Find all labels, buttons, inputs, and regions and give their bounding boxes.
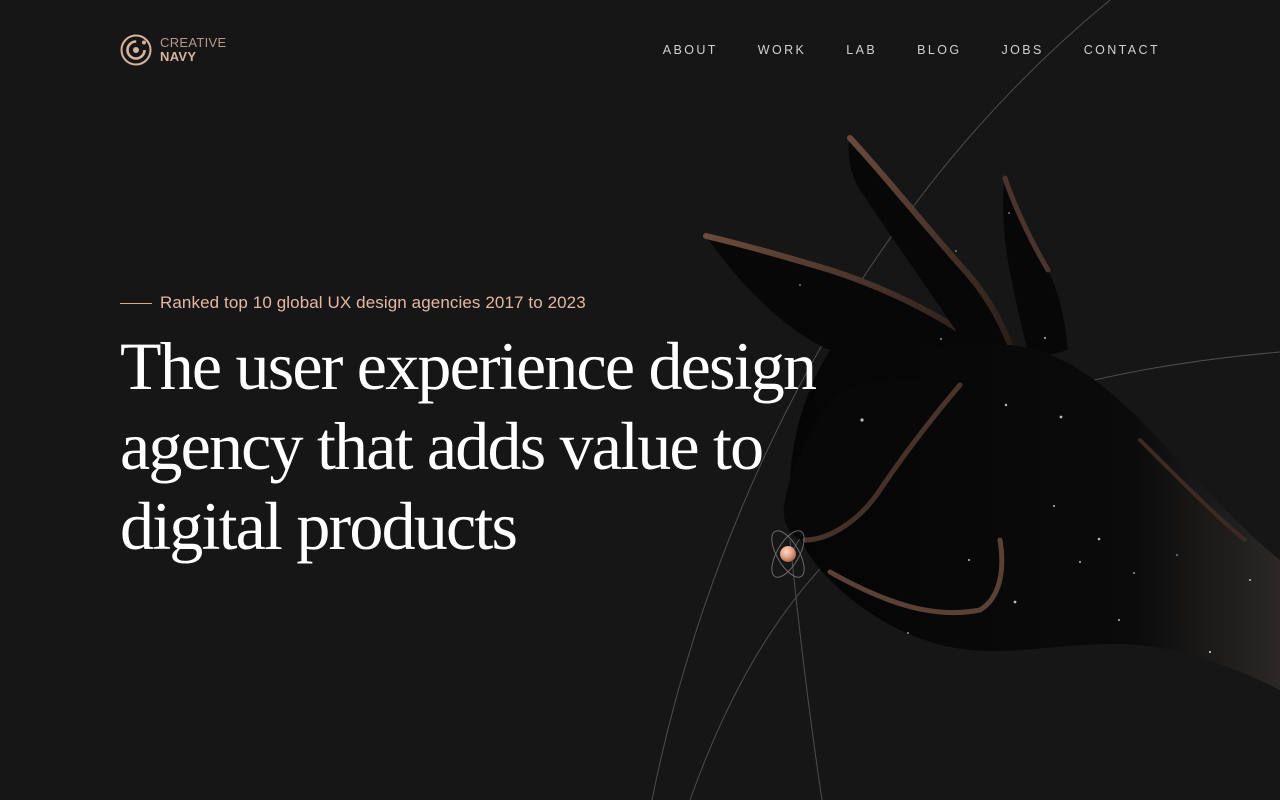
creative-navy-logo-icon xyxy=(120,34,152,66)
nav-item-blog[interactable]: BLOG xyxy=(917,42,961,58)
headline-line-2: agency that adds value to xyxy=(120,408,764,484)
ranking-text: Ranked top 10 global UX design agencies … xyxy=(160,293,586,312)
hero-section: Ranked top 10 global UX design agencies … xyxy=(120,290,880,566)
headline-line-1: The user experience design xyxy=(120,328,817,404)
nav-item-about[interactable]: ABOUT xyxy=(663,42,718,58)
logo-line-2: NAVY xyxy=(160,49,197,64)
logo-line-1: CREATIVE xyxy=(160,35,227,50)
hero-headline: The user experience design agency that a… xyxy=(120,326,880,566)
orbit-line-arc xyxy=(789,539,823,800)
logo-wordmark: CREATIVE NAVY xyxy=(160,36,226,64)
eyebrow-divider xyxy=(120,302,152,304)
headline-line-3: digital products xyxy=(120,488,518,564)
nav-item-work[interactable]: WORK xyxy=(758,42,807,58)
nav-item-lab[interactable]: LAB xyxy=(846,42,877,58)
nav-item-contact[interactable]: CONTACT xyxy=(1084,42,1160,58)
site-header: CREATIVE NAVY ABOUT WORK LAB BLOG JOBS C… xyxy=(0,0,1280,100)
main-nav: ABOUT WORK LAB BLOG JOBS CONTACT xyxy=(663,42,1160,58)
ranking-eyebrow: Ranked top 10 global UX design agencies … xyxy=(120,290,880,316)
logo-link[interactable]: CREATIVE NAVY xyxy=(120,33,226,67)
nav-item-jobs[interactable]: JOBS xyxy=(1001,42,1043,58)
